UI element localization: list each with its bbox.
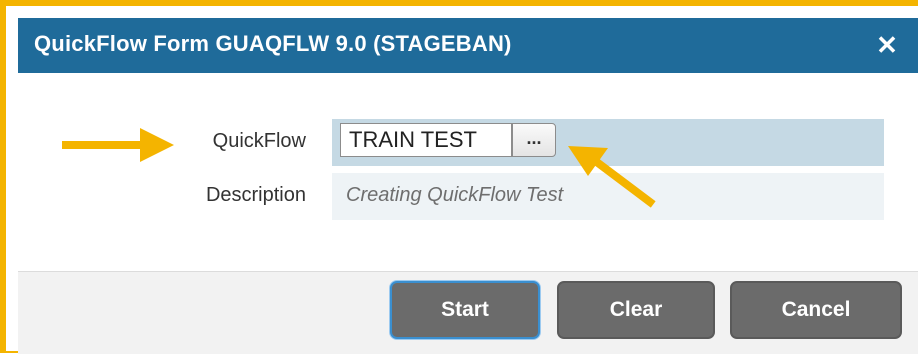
description-value: Creating QuickFlow Test <box>346 184 564 206</box>
clear-button[interactable]: Clear <box>557 281 715 339</box>
dialog-title: QuickFlow Form GUAQFLW 9.0 (STAGEBAN) <box>34 31 512 56</box>
quickflow-input[interactable]: TRAIN TEST <box>340 123 512 157</box>
description-label: Description <box>205 184 306 206</box>
up-left-arrow-icon <box>568 146 656 208</box>
dialog-titlebar: QuickFlow Form GUAQFLW 9.0 (STAGEBAN) ✕ <box>18 18 918 73</box>
right-arrow-icon <box>62 128 174 162</box>
quickflow-dialog: QuickFlow Form GUAQFLW 9.0 (STAGEBAN) ✕ … <box>18 18 918 354</box>
cancel-button[interactable]: Cancel <box>730 281 902 339</box>
close-icon[interactable]: ✕ <box>874 32 900 58</box>
quickflow-lookup-button[interactable]: ... <box>512 123 556 157</box>
start-button[interactable]: Start <box>390 281 540 339</box>
